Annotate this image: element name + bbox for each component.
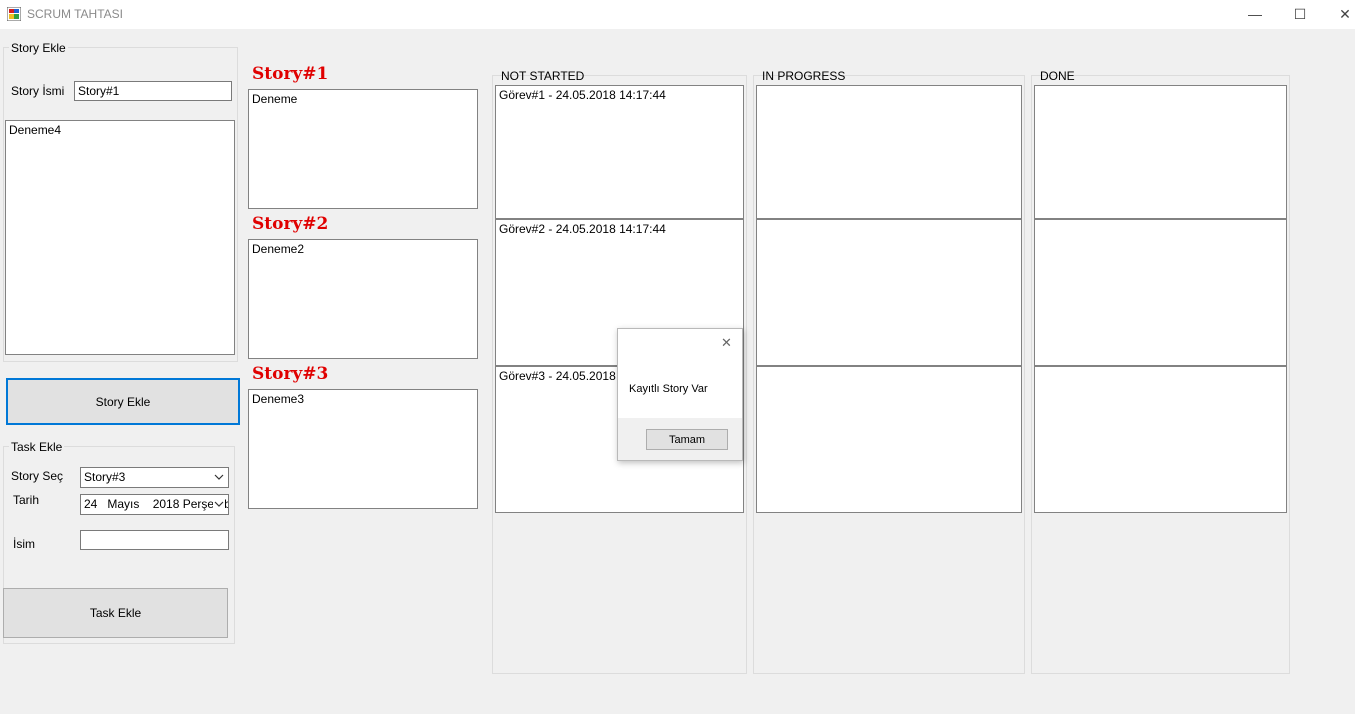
done-caption: DONE xyxy=(1040,69,1075,83)
app-icon xyxy=(7,7,21,21)
in-progress-caption: IN PROGRESS xyxy=(762,69,846,83)
window-title: SCRUM TAHTASI xyxy=(27,7,124,21)
maximize-button[interactable]: ☐ xyxy=(1277,0,1323,29)
not-started-task-1[interactable]: Görev#1 - 24.05.2018 14:17:44 xyxy=(495,85,744,219)
task-add-button[interactable]: Task Ekle xyxy=(3,588,228,638)
dialog-message: Kayıtlı Story Var xyxy=(629,383,708,395)
in-progress-task-2[interactable] xyxy=(756,219,1022,366)
title-bar xyxy=(0,0,1355,29)
minimize-button[interactable]: — xyxy=(1232,0,1278,29)
close-button[interactable]: ✕ xyxy=(1322,0,1355,29)
dialog-ok-button[interactable]: Tamam xyxy=(646,429,728,450)
done-task-1[interactable] xyxy=(1034,85,1287,219)
story-text-2[interactable]: Deneme2 xyxy=(248,239,478,359)
message-dialog: ✕ Kayıtlı Story Var Tamam xyxy=(617,328,743,461)
story-name-label: Story İsmi xyxy=(11,84,65,98)
story-title-1: Story#1 xyxy=(252,64,329,84)
chevron-down-icon xyxy=(213,498,225,510)
date-label: Tarih xyxy=(13,493,40,507)
date-picker-value: 24 Mayıs 2018 Perşembe xyxy=(84,497,229,511)
done-task-3[interactable] xyxy=(1034,366,1287,513)
date-picker[interactable]: 24 Mayıs 2018 Perşembe xyxy=(80,494,229,515)
task-name-label: İsim xyxy=(13,537,35,551)
not-started-caption: NOT STARTED xyxy=(501,69,585,83)
story-select-label: Story Seç xyxy=(11,469,64,483)
in-progress-task-3[interactable] xyxy=(756,366,1022,513)
task-add-group-caption: Task Ekle xyxy=(9,440,65,454)
story-select-dropdown[interactable]: Story#3 xyxy=(80,467,229,488)
dialog-close-icon[interactable]: ✕ xyxy=(721,335,732,351)
story-description-textarea[interactable]: Deneme4 xyxy=(5,120,235,355)
task-name-input[interactable] xyxy=(80,530,229,550)
story-select-value: Story#3 xyxy=(84,470,126,484)
chevron-down-icon xyxy=(214,474,224,480)
story-text-1[interactable]: Deneme xyxy=(248,89,478,209)
story-text-3[interactable]: Deneme3 xyxy=(248,389,478,509)
in-progress-task-1[interactable] xyxy=(756,85,1022,219)
story-title-3: Story#3 xyxy=(252,364,329,384)
done-task-2[interactable] xyxy=(1034,219,1287,366)
story-add-group-caption: Story Ekle xyxy=(9,41,68,55)
story-name-input[interactable]: Story#1 xyxy=(74,81,232,101)
story-add-button[interactable]: Story Ekle xyxy=(6,378,240,425)
story-title-2: Story#2 xyxy=(252,214,329,234)
